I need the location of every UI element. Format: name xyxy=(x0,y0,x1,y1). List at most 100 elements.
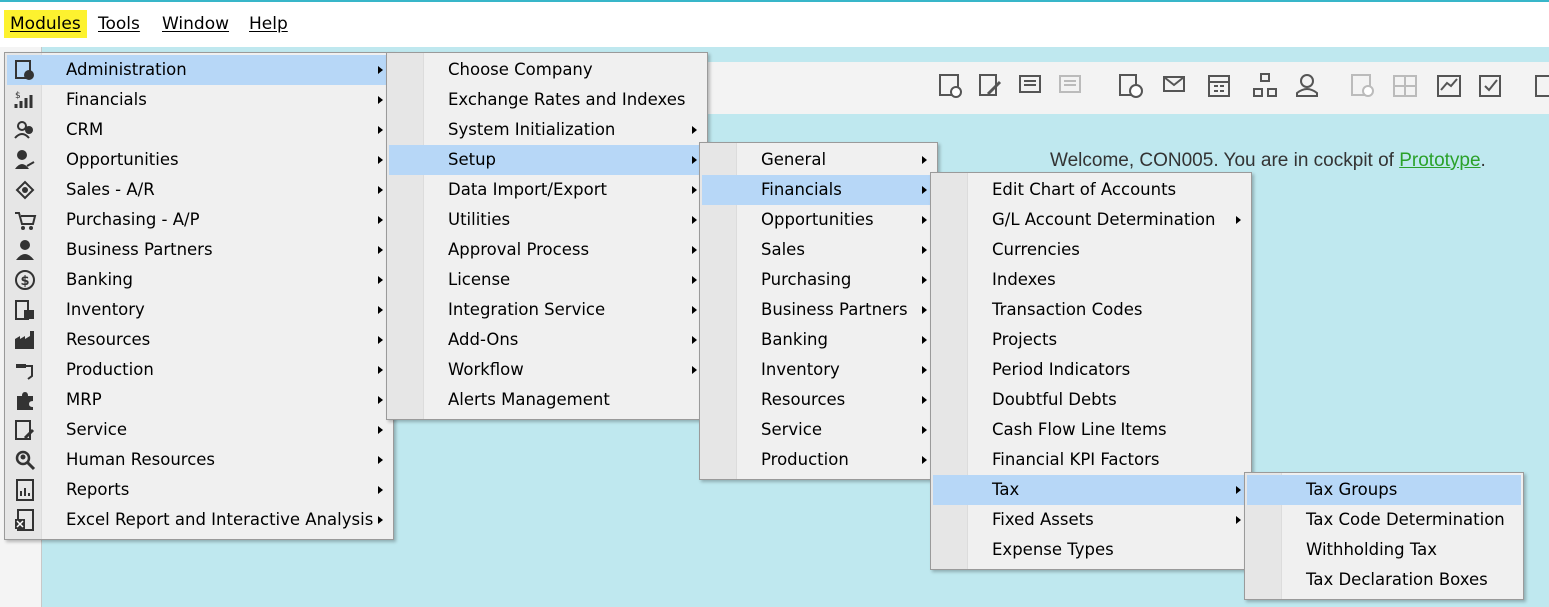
setup-item-financials[interactable]: Financials xyxy=(702,175,935,205)
setup-item-purchasing[interactable]: Purchasing xyxy=(702,265,935,295)
administration-item-choose-company[interactable]: Choose Company xyxy=(389,55,705,85)
setup-item-label: Purchasing xyxy=(761,270,852,289)
financials-item-label: Currencies xyxy=(992,240,1080,259)
modules-item-crm[interactable]: CRM xyxy=(7,115,391,145)
setup-item-label: Banking xyxy=(761,330,828,349)
financials-item-label: Fixed Assets xyxy=(992,510,1094,529)
calendar-icon[interactable] xyxy=(1206,72,1232,100)
alert-doc-icon[interactable] xyxy=(1118,72,1144,100)
administration-item-exchange-rates-and-indexes[interactable]: Exchange Rates and Indexes xyxy=(389,85,705,115)
modules-item-sales-a-r[interactable]: Sales - A/R xyxy=(7,175,391,205)
financials-item-period-indicators[interactable]: Period Indicators xyxy=(933,355,1249,385)
modules-item-label: Reports xyxy=(66,480,130,499)
edit-form-icon[interactable] xyxy=(978,72,1004,100)
financials-item-tax[interactable]: Tax xyxy=(933,475,1249,505)
tax-item-withholding-tax[interactable]: Withholding Tax xyxy=(1247,535,1521,565)
setup-item-label: Service xyxy=(761,420,822,439)
financials-item-cash-flow-line-items[interactable]: Cash Flow Line Items xyxy=(933,415,1249,445)
financials-item-projects[interactable]: Projects xyxy=(933,325,1249,355)
modules-item-excel-report-and-interactive-analysis[interactable]: Excel Report and Interactive Analysis xyxy=(7,505,391,535)
administration-item-license[interactable]: License xyxy=(389,265,705,295)
modules-item-inventory[interactable]: Inventory xyxy=(7,295,391,325)
chart-money-icon[interactable] xyxy=(1436,72,1462,100)
form-settings-icon[interactable] xyxy=(938,72,964,100)
resources-factory-icon xyxy=(15,331,34,349)
tax-item-tax-code-determination[interactable]: Tax Code Determination xyxy=(1247,505,1521,535)
financials-item-g-l-account-determination[interactable]: G/L Account Determination xyxy=(933,205,1249,235)
financials-item-fixed-assets[interactable]: Fixed Assets xyxy=(933,505,1249,535)
submenu-arrow-icon xyxy=(378,66,383,74)
setup-item-business-partners[interactable]: Business Partners xyxy=(702,295,935,325)
modules-item-production[interactable]: Production xyxy=(7,355,391,385)
tax-item-tax-groups[interactable]: Tax Groups xyxy=(1247,475,1521,505)
modules-item-resources[interactable]: Resources xyxy=(7,325,391,355)
service-icon xyxy=(15,420,35,440)
submenu-arrow-icon xyxy=(378,516,383,524)
financials-item-label: Cash Flow Line Items xyxy=(992,420,1167,439)
submenu-arrow-icon xyxy=(922,216,927,224)
modules-item-banking[interactable]: $ Banking xyxy=(7,265,391,295)
administration-item-approval-process[interactable]: Approval Process xyxy=(389,235,705,265)
human-resources-icon xyxy=(15,450,36,471)
message-icon[interactable] xyxy=(1018,72,1044,100)
menu-help[interactable]: Help xyxy=(243,10,294,38)
submenu-arrow-icon xyxy=(378,96,383,104)
administration-item-add-ons[interactable]: Add-Ons xyxy=(389,325,705,355)
org-chart-icon[interactable] xyxy=(1252,72,1278,100)
setup-item-resources[interactable]: Resources xyxy=(702,385,935,415)
crm-icon xyxy=(14,121,33,139)
modules-item-administration[interactable]: Administration xyxy=(7,55,391,85)
submenu-arrow-icon xyxy=(1236,486,1241,494)
setup-item-label: Financials xyxy=(761,180,842,199)
modules-item-business-partners[interactable]: Business Partners xyxy=(7,235,391,265)
financials-item-label: Transaction Codes xyxy=(992,300,1143,319)
financials-item-expense-types[interactable]: Expense Types xyxy=(933,535,1249,565)
submenu-arrow-icon xyxy=(378,306,383,314)
administration-item-system-initialization[interactable]: System Initialization xyxy=(389,115,705,145)
financials-item-financial-kpi-factors[interactable]: Financial KPI Factors xyxy=(933,445,1249,475)
menu-window[interactable]: Window xyxy=(156,10,235,38)
company-link[interactable]: Prototype xyxy=(1399,150,1480,171)
financials-item-transaction-codes[interactable]: Transaction Codes xyxy=(933,295,1249,325)
submenu-arrow-icon xyxy=(378,216,383,224)
modules-item-label: MRP xyxy=(66,390,102,409)
administration-item-setup[interactable]: Setup xyxy=(389,145,705,175)
setup-item-sales[interactable]: Sales xyxy=(702,235,935,265)
administration-item-utilities[interactable]: Utilities xyxy=(389,205,705,235)
financials-item-doubtful-debts[interactable]: Doubtful Debts xyxy=(933,385,1249,415)
modules-item-reports[interactable]: Reports xyxy=(7,475,391,505)
modules-item-financials[interactable]: $ Financials xyxy=(7,85,391,115)
menu-tools[interactable]: Tools xyxy=(92,10,146,38)
modules-item-purchasing-a-p[interactable]: Purchasing - A/P xyxy=(7,205,391,235)
setup-item-opportunities[interactable]: Opportunities xyxy=(702,205,935,235)
modules-item-service[interactable]: Service xyxy=(7,415,391,445)
setup-item-production[interactable]: Production xyxy=(702,445,935,475)
administration-item-data-import-export[interactable]: Data Import/Export xyxy=(389,175,705,205)
tax-item-tax-declaration-boxes[interactable]: Tax Declaration Boxes xyxy=(1247,565,1521,595)
administration-item-workflow[interactable]: Workflow xyxy=(389,355,705,385)
mail-alert-icon[interactable] xyxy=(1162,72,1188,100)
modules-item-label: Inventory xyxy=(66,300,145,319)
approve-doc-icon[interactable] xyxy=(1478,72,1504,100)
menu-modules[interactable]: Modules xyxy=(4,10,87,38)
submenu-arrow-icon xyxy=(378,186,383,194)
setup-item-general[interactable]: General xyxy=(702,145,935,175)
setup-item-service[interactable]: Service xyxy=(702,415,935,445)
modules-item-label: Production xyxy=(66,360,154,379)
financials-item-currencies[interactable]: Currencies xyxy=(933,235,1249,265)
financials-item-edit-chart-of-accounts[interactable]: Edit Chart of Accounts xyxy=(933,175,1249,205)
tax-item-label: Tax Code Determination xyxy=(1306,510,1505,529)
administration-item-alerts-management[interactable]: Alerts Management xyxy=(389,385,705,415)
submenu-arrow-icon xyxy=(922,306,927,314)
window-icon[interactable] xyxy=(1534,72,1549,100)
administration-item-integration-service[interactable]: Integration Service xyxy=(389,295,705,325)
user-icon[interactable] xyxy=(1294,72,1320,100)
setup-item-inventory[interactable]: Inventory xyxy=(702,355,935,385)
setup-item-banking[interactable]: Banking xyxy=(702,325,935,355)
modules-item-human-resources[interactable]: Human Resources xyxy=(7,445,391,475)
modules-item-mrp[interactable]: MRP xyxy=(7,385,391,415)
submenu-arrow-icon xyxy=(378,486,383,494)
modules-item-opportunities[interactable]: Opportunities xyxy=(7,145,391,175)
financials-item-indexes[interactable]: Indexes xyxy=(933,265,1249,295)
sales-icon xyxy=(15,180,35,200)
